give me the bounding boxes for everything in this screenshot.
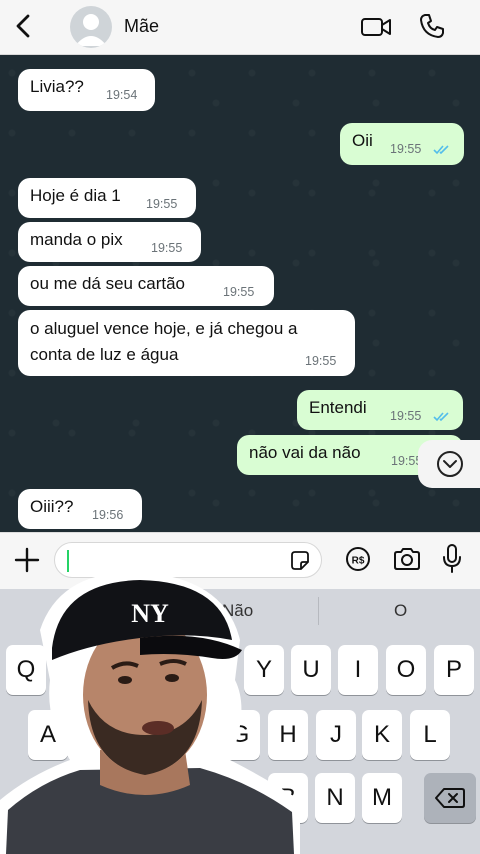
message-bubble-incoming[interactable]: manda o pix 19:55 <box>18 222 201 262</box>
message-bubble-incoming[interactable]: Livia?? 19:54 <box>18 69 155 111</box>
message-time: 19:55 <box>390 409 422 423</box>
message-text-line1: o aluguel vence hoje, e já chegou a <box>30 319 298 338</box>
message-text: Oii <box>352 131 373 150</box>
camera-icon[interactable] <box>392 546 422 572</box>
svg-text:R$: R$ <box>352 556 365 567</box>
message-bubble-outgoing[interactable]: Oii 19:55 <box>340 123 464 165</box>
message-bubble-incoming[interactable]: Hoje é dia 1 19:55 <box>18 178 196 218</box>
avatar-icon <box>75 14 107 46</box>
key-m[interactable]: M <box>362 773 402 823</box>
message-time: 19:55 <box>390 142 422 156</box>
scroll-to-bottom-button[interactable] <box>418 440 480 488</box>
message-time: 19:55 <box>146 197 178 211</box>
message-time: 19:56 <box>92 508 124 522</box>
message-text: Oiii?? <box>30 497 74 516</box>
message-bubble-incoming[interactable]: o aluguel vence hoje, e já chegou a cont… <box>18 310 355 376</box>
message-text: Livia?? <box>30 77 84 96</box>
message-text-line2: conta de luz e água <box>30 345 179 364</box>
message-bubble-incoming[interactable]: ou me dá seu cartão 19:55 <box>18 266 274 306</box>
suggestion-2[interactable]: O <box>394 601 407 621</box>
key-i[interactable]: I <box>338 645 378 695</box>
backspace-key[interactable] <box>424 773 476 823</box>
message-bubble-outgoing[interactable]: Entendi 19:55 <box>297 390 463 430</box>
video-call-icon[interactable] <box>360 14 392 40</box>
backspace-icon <box>435 788 465 808</box>
suggestion-divider <box>318 597 319 625</box>
chevron-down-icon <box>437 451 463 477</box>
message-time: 19:54 <box>106 88 138 102</box>
avatar[interactable] <box>70 6 112 48</box>
key-k[interactable]: K <box>362 710 402 760</box>
message-text: não vai da não <box>249 443 361 462</box>
back-chevron-icon[interactable] <box>10 12 38 40</box>
facecam-person-overlay: NY <box>0 571 300 854</box>
message-text: ou me dá seu cartão <box>30 274 185 293</box>
message-time: 19:55 <box>305 354 337 368</box>
key-o[interactable]: O <box>386 645 426 695</box>
key-l[interactable]: L <box>410 710 450 760</box>
key-p[interactable]: P <box>434 645 474 695</box>
key-j[interactable]: J <box>316 710 356 760</box>
chat-area[interactable]: Livia?? 19:54 Oii 19:55 Hoje é dia 1 19:… <box>0 55 480 532</box>
cap-logo: NY <box>131 599 169 628</box>
read-ticks-icon <box>433 412 449 422</box>
pix-icon[interactable]: R$ <box>344 545 372 573</box>
key-n[interactable]: N <box>315 773 355 823</box>
message-text: Hoje é dia 1 <box>30 186 121 205</box>
microphone-icon[interactable] <box>440 543 464 575</box>
message-time: 19:55 <box>223 285 255 299</box>
message-text: Entendi <box>309 398 367 417</box>
message-bubble-incoming[interactable]: Oiii?? 19:56 <box>18 489 142 529</box>
phone-call-icon[interactable] <box>418 12 446 40</box>
contact-name[interactable]: Mãe <box>124 16 159 37</box>
read-ticks-icon <box>433 145 449 155</box>
message-time: 19:55 <box>151 241 183 255</box>
message-text: manda o pix <box>30 230 123 249</box>
chat-header: Mãe <box>0 0 480 55</box>
